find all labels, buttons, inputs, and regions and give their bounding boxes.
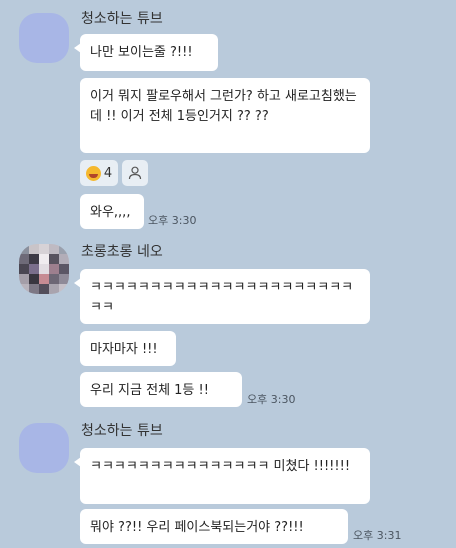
message-text: 이거 뭐지 팔로우해서 그런가? 하고 새로고침했는데 !! 이거 전체 1등인… — [90, 89, 357, 124]
message-time: 오후 3:30 — [247, 393, 296, 406]
message-text: 나만 보이는줄 ?!!! — [90, 45, 193, 60]
chat-room: 청소하는 튜브 나만 보이는줄 ?!!! 이거 뭐지 팔로우해서 그런가? 하고… — [0, 0, 456, 548]
message-bubble[interactable]: 뭐야 ??!! 우리 페이스북되는거야 ??!!! — [80, 509, 348, 544]
avatar[interactable] — [19, 423, 69, 473]
reaction-chip[interactable]: 4 — [80, 160, 118, 186]
message-time: 오후 3:30 — [148, 214, 197, 227]
message-bubble[interactable]: 마자마자 !!! — [80, 331, 176, 366]
sender-name: 초롱초롱 네오 — [81, 244, 163, 260]
laughing-face-icon — [85, 165, 101, 181]
avatar[interactable] — [19, 244, 69, 294]
message-bubble[interactable]: ㅋㅋㅋㅋㅋㅋㅋㅋㅋㅋㅋㅋㅋㅋㅋㅋㅋㅋㅋㅋㅋㅋㅋㅋ — [74, 269, 370, 324]
message-text: 뭐야 ??!! 우리 페이스북되는거야 ??!!! — [90, 520, 304, 535]
sender-name: 청소하는 튜브 — [81, 423, 163, 439]
message-bubble[interactable]: 나만 보이는줄 ?!!! — [74, 34, 218, 71]
message-time: 오후 3:31 — [353, 529, 402, 542]
message-text: ㅋㅋㅋㅋㅋㅋㅋㅋㅋㅋㅋㅋㅋㅋㅋ 미쳤다 !!!!!!! — [90, 459, 351, 474]
message-text: ㅋㅋㅋㅋㅋㅋㅋㅋㅋㅋㅋㅋㅋㅋㅋㅋㅋㅋㅋㅋㅋㅋㅋㅋ — [90, 280, 354, 315]
reaction-count: 4 — [103, 165, 113, 181]
message-text: 와우,,,, — [90, 205, 131, 220]
message-bubble[interactable]: 와우,,,, — [80, 194, 144, 229]
avatar[interactable] — [19, 13, 69, 63]
message-bubble[interactable]: 우리 지금 전체 1등 !! — [80, 372, 242, 407]
message-bubble[interactable]: ㅋㅋㅋㅋㅋㅋㅋㅋㅋㅋㅋㅋㅋㅋㅋ 미쳤다 !!!!!!! — [74, 448, 370, 504]
message-text: 우리 지금 전체 1등 !! — [90, 383, 209, 398]
message-bubble[interactable]: 이거 뭐지 팔로우해서 그런가? 하고 새로고침했는데 !! 이거 전체 1등인… — [80, 78, 370, 153]
sender-name: 청소하는 튜브 — [81, 11, 163, 27]
person-icon — [128, 166, 142, 180]
message-text: 마자마자 !!! — [90, 342, 158, 357]
add-reaction-button[interactable] — [122, 160, 148, 186]
